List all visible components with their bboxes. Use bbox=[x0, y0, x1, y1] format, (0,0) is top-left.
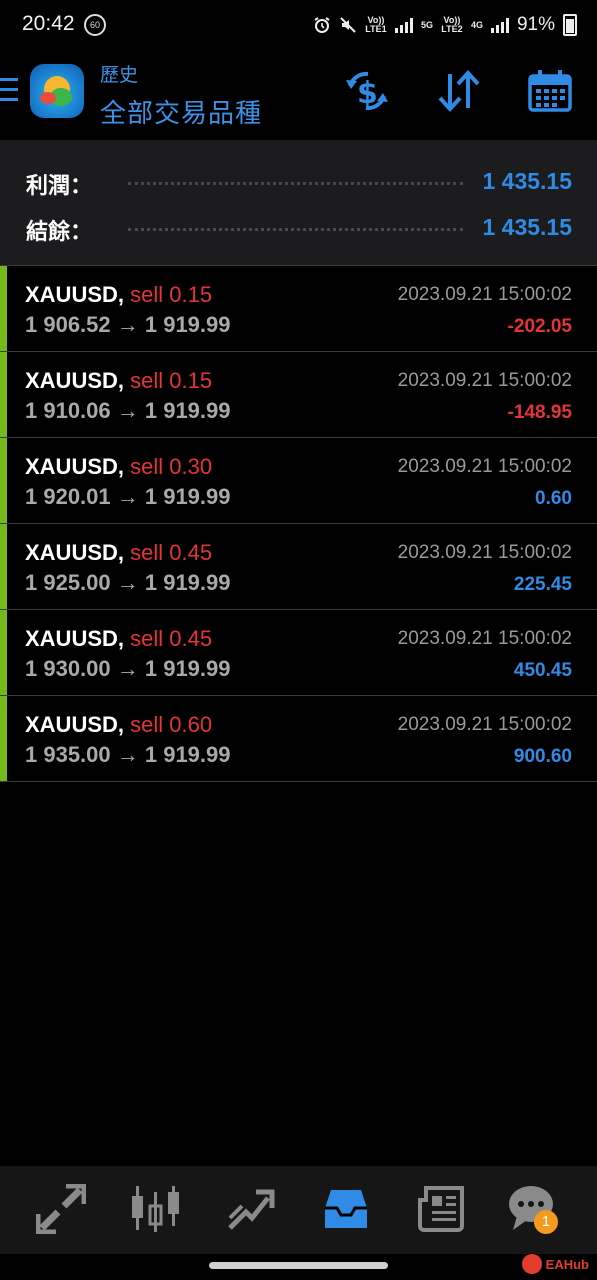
balance-label: 結餘： bbox=[26, 220, 93, 245]
deal-prices: 1 925.00 → 1 919.99 bbox=[25, 570, 231, 595]
mute-icon bbox=[340, 17, 356, 33]
app-bar: 歷史 全部交易品種 $ bbox=[0, 50, 597, 140]
sort-arrows-icon bbox=[438, 70, 480, 112]
deal-row[interactable]: XAUUSD, sell 0.15 2023.09.21 15:00:02 1 … bbox=[0, 266, 597, 352]
deal-time: 2023.09.21 15:00:02 bbox=[397, 370, 572, 391]
currency-exchange-button[interactable]: $ bbox=[344, 68, 390, 114]
balance-row: 結餘： 1 435.15 bbox=[0, 208, 597, 248]
battery-icon bbox=[563, 14, 577, 36]
weibo-logo-icon bbox=[521, 1254, 542, 1274]
alarm-icon bbox=[314, 17, 330, 33]
calendar-icon bbox=[528, 70, 572, 112]
deal-prices: 1 935.00 → 1 919.99 bbox=[25, 742, 231, 767]
deal-profit: 225.45 bbox=[513, 574, 572, 595]
balance-value: 1 435.15 bbox=[482, 214, 572, 240]
deal-prices: 1 906.52 → 1 919.99 bbox=[25, 312, 231, 337]
signal1-icon bbox=[394, 17, 413, 33]
leader-dots bbox=[128, 228, 463, 231]
watermark: EAHub bbox=[521, 1254, 589, 1274]
page-title[interactable]: 全部交易品種 bbox=[100, 93, 262, 130]
deal-indicator bbox=[0, 524, 7, 609]
summary-panel: 利潤： 1 435.15 結餘： 1 435.15 bbox=[0, 140, 597, 266]
deal-time: 2023.09.21 15:00:02 bbox=[397, 456, 572, 477]
status-bar: 20:42 60 Vo)) LTE1 5G Vo)) LTE2 4G 91% bbox=[0, 0, 597, 50]
network-4g-label: 4G bbox=[470, 19, 483, 30]
deal-row[interactable]: XAUUSD, sell 0.60 2023.09.21 15:00:02 1 … bbox=[0, 696, 597, 782]
deal-side: sell 0.45 bbox=[130, 540, 213, 565]
deal-side: sell 0.15 bbox=[130, 368, 213, 393]
deal-time: 2023.09.21 15:00:02 bbox=[397, 542, 572, 563]
page-subtitle: 歷史 bbox=[100, 64, 139, 86]
deal-side: sell 0.60 bbox=[130, 712, 213, 737]
nav-history[interactable] bbox=[321, 1184, 371, 1234]
deal-symbol: XAUUSD, bbox=[25, 282, 125, 307]
calendar-button[interactable] bbox=[527, 68, 573, 114]
menu-icon[interactable] bbox=[0, 78, 18, 108]
nav-chart[interactable] bbox=[131, 1184, 181, 1234]
news-icon bbox=[418, 1186, 464, 1232]
status-icons: Vo)) LTE1 5G Vo)) LTE2 4G 91% bbox=[313, 10, 577, 40]
deal-profit: 0.60 bbox=[535, 488, 572, 509]
sort-button[interactable] bbox=[436, 68, 482, 114]
watermark-text: EAHub bbox=[545, 1256, 589, 1272]
volte1-label: Vo)) LTE1 bbox=[365, 15, 387, 34]
deal-symbol: XAUUSD, bbox=[25, 540, 125, 565]
deal-side: sell 0.45 bbox=[130, 626, 213, 651]
deal-symbol: XAUUSD, bbox=[25, 626, 125, 651]
deal-profit: -148.95 bbox=[507, 402, 572, 423]
deal-symbol: XAUUSD, bbox=[25, 454, 125, 479]
deal-profit: -202.05 bbox=[507, 316, 572, 337]
quotes-icon bbox=[35, 1183, 87, 1235]
leader-dots bbox=[128, 182, 463, 185]
deal-indicator bbox=[0, 696, 7, 781]
deal-time: 2023.09.21 15:00:02 bbox=[397, 714, 572, 735]
deal-profit: 900.60 bbox=[513, 746, 572, 767]
data-saver-icon: 60 bbox=[84, 14, 106, 36]
deal-prices: 1 910.06 → 1 919.99 bbox=[25, 398, 231, 423]
deal-time: 2023.09.21 15:00:02 bbox=[397, 628, 572, 649]
deal-row[interactable]: XAUUSD, sell 0.15 2023.09.21 15:00:02 1 … bbox=[0, 352, 597, 438]
deal-indicator bbox=[0, 352, 7, 437]
deal-time: 2023.09.21 15:00:02 bbox=[397, 284, 572, 305]
nav-news[interactable] bbox=[416, 1184, 466, 1234]
deal-prices: 1 930.00 → 1 919.99 bbox=[25, 656, 231, 681]
deal-indicator bbox=[0, 266, 7, 351]
deal-indicator bbox=[0, 438, 7, 523]
chat-badge: 1 bbox=[534, 1210, 558, 1234]
profit-label: 利潤： bbox=[26, 174, 93, 199]
gesture-bar[interactable] bbox=[209, 1262, 388, 1269]
metatrader-logo-icon[interactable] bbox=[30, 64, 84, 118]
deal-row[interactable]: XAUUSD, sell 0.45 2023.09.21 15:00:02 1 … bbox=[0, 524, 597, 610]
deal-profit: 450.45 bbox=[513, 660, 572, 681]
nav-quotes[interactable] bbox=[35, 1183, 87, 1235]
dollar-swap-icon: $ bbox=[346, 71, 388, 111]
deal-side: sell 0.30 bbox=[130, 454, 213, 479]
deal-symbol: XAUUSD, bbox=[25, 712, 125, 737]
profit-value: 1 435.15 bbox=[482, 168, 572, 194]
candlestick-chart-icon bbox=[132, 1186, 179, 1232]
nav-chat[interactable]: 1 bbox=[507, 1184, 558, 1234]
network-5g-label: 5G bbox=[420, 19, 433, 30]
status-time: 20:42 bbox=[22, 12, 75, 35]
signal2-icon bbox=[490, 17, 509, 33]
deal-list: XAUUSD, sell 0.15 2023.09.21 15:00:02 1 … bbox=[0, 266, 597, 782]
deal-symbol: XAUUSD, bbox=[25, 368, 125, 393]
nav-trade[interactable] bbox=[226, 1184, 276, 1234]
deal-indicator bbox=[0, 610, 7, 695]
volte2-label: Vo)) LTE2 bbox=[441, 15, 463, 34]
deal-side: sell 0.15 bbox=[130, 282, 213, 307]
battery-percent: 91% bbox=[516, 14, 555, 35]
deal-row[interactable]: XAUUSD, sell 0.45 2023.09.21 15:00:02 1 … bbox=[0, 610, 597, 696]
inbox-history-icon bbox=[325, 1190, 367, 1228]
deal-prices: 1 920.01 → 1 919.99 bbox=[25, 484, 231, 509]
profit-row: 利潤： 1 435.15 bbox=[0, 162, 597, 202]
trade-trend-icon bbox=[228, 1189, 275, 1230]
deal-row[interactable]: XAUUSD, sell 0.30 2023.09.21 15:00:02 1 … bbox=[0, 438, 597, 524]
bottom-nav: 1 bbox=[0, 1166, 597, 1254]
